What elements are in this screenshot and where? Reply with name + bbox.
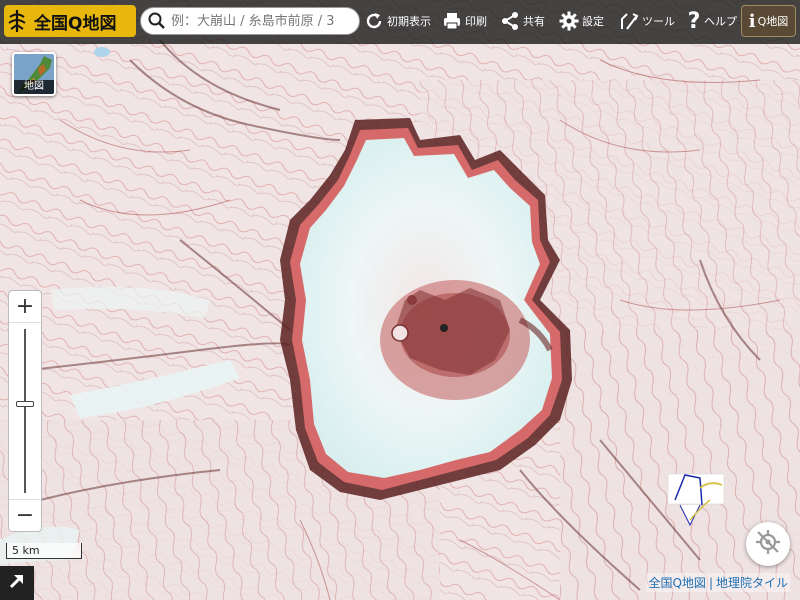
tools-button[interactable]: ツール [618, 6, 675, 36]
attribution-separator: | [708, 576, 713, 590]
print-label: 印刷 [465, 15, 487, 28]
map-attribution: 全国Q地図 | 地理院タイル [646, 573, 790, 592]
settings-button[interactable]: 設定 [558, 6, 604, 36]
app-logo-button[interactable]: 全国Q地図 [4, 5, 136, 37]
question-icon: ? [687, 8, 701, 34]
gear-icon [558, 10, 580, 32]
zoom-out-button[interactable]: − [9, 499, 41, 531]
attribution-gsi-link[interactable]: 地理院タイル [716, 576, 788, 590]
zoom-slider-handle[interactable] [16, 401, 34, 407]
app-title: 全国Q地図 [34, 13, 117, 34]
zoom-slider-track[interactable] [24, 329, 26, 493]
q-map-info-button[interactable]: i Q地図 [741, 5, 796, 37]
help-label: ヘルプ [704, 15, 737, 28]
reset-icon [363, 10, 385, 32]
top-toolbar: 全国Q地図 初期表示 印刷 [0, 0, 800, 44]
printer-icon [441, 10, 463, 32]
zoom-control: + − [8, 290, 42, 532]
location-disabled-icon [754, 528, 782, 560]
map-canvas[interactable] [0, 0, 800, 600]
basemap-label: 地図 [14, 80, 54, 94]
share-button[interactable]: 共有 [499, 6, 545, 36]
settings-label: 設定 [582, 15, 604, 28]
search-box[interactable] [140, 7, 360, 35]
tools-label: ツール [642, 15, 675, 28]
search-icon[interactable] [147, 11, 167, 31]
help-button[interactable]: ? ヘルプ [686, 6, 737, 36]
relief-map [0, 0, 800, 600]
expand-button[interactable] [0, 566, 34, 600]
info-icon: i [748, 10, 756, 32]
tree-icon [4, 5, 30, 37]
tools-icon [618, 10, 640, 32]
search-input[interactable] [171, 13, 351, 29]
print-button[interactable]: 印刷 [441, 6, 487, 36]
share-icon [499, 10, 521, 32]
expand-arrow-icon [7, 571, 27, 595]
attribution-qmap-link[interactable]: 全国Q地図 [648, 576, 705, 590]
q-map-label: Q地図 [757, 15, 789, 28]
current-location-button[interactable] [746, 522, 790, 566]
share-label: 共有 [523, 15, 545, 28]
basemap-switch[interactable]: 地図 [12, 52, 56, 96]
scale-bar: 5 km [6, 543, 82, 559]
reset-view-button[interactable]: 初期表示 [363, 6, 431, 36]
zoom-in-button[interactable]: + [9, 291, 41, 323]
reset-view-label: 初期表示 [387, 15, 431, 28]
